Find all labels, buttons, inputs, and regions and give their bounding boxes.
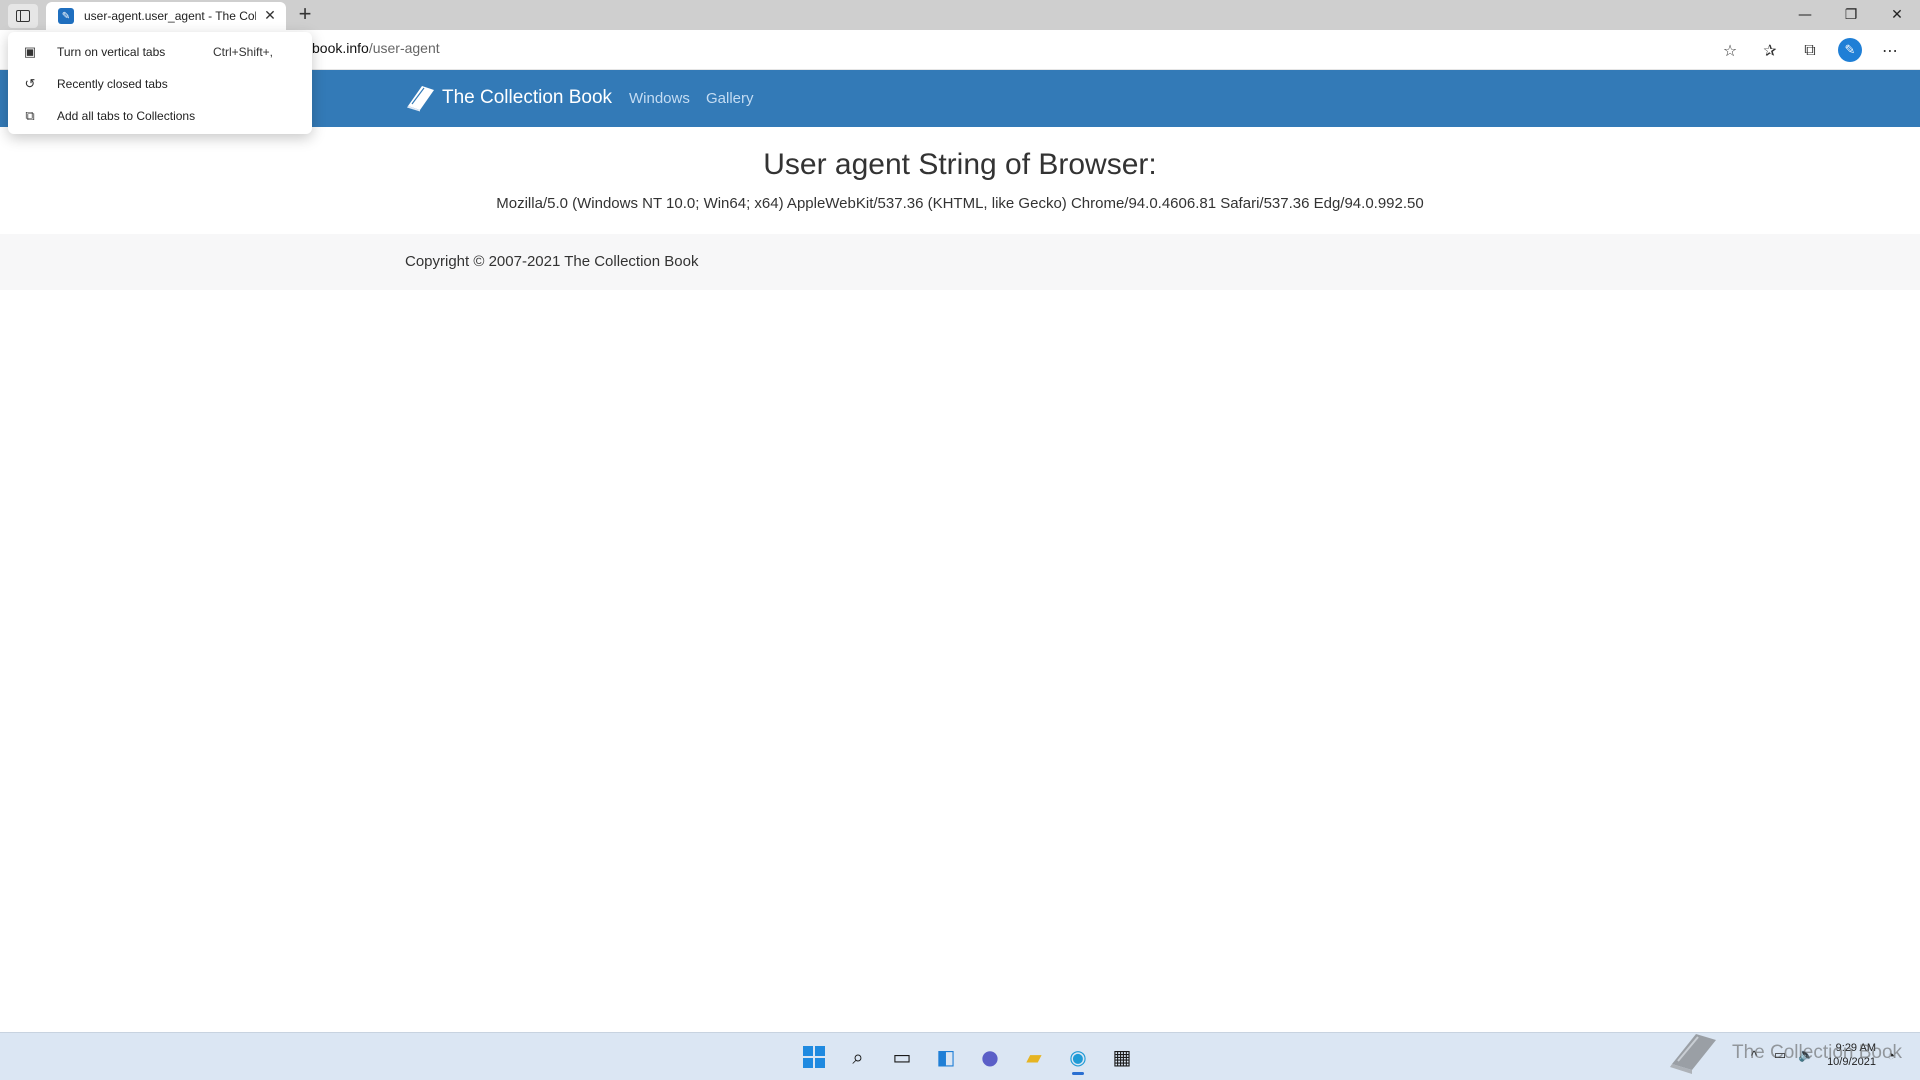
menu-item-shortcut: Ctrl+Shift+, <box>212 45 273 59</box>
settings-more-icon[interactable]: ⋯ <box>1870 36 1910 64</box>
address-path: /user-agent <box>368 40 440 56</box>
tab-close-icon[interactable]: ✕ <box>262 8 278 24</box>
close-window-button[interactable]: ✕ <box>1874 0 1920 30</box>
start-button[interactable] <box>792 1039 836 1075</box>
widgets-icon[interactable]: ◧ <box>924 1039 968 1075</box>
menu-item-label: Turn on vertical tabs <box>57 45 166 59</box>
tab-actions-menu: ▣ Turn on vertical tabs Ctrl+Shift+, ↺ R… <box>8 32 312 134</box>
network-icon[interactable]: ▭ <box>1769 1047 1791 1063</box>
menu-item-label: Add all tabs to Collections <box>57 109 196 123</box>
minimize-button[interactable]: — <box>1782 0 1828 30</box>
menu-item-recently-closed[interactable]: ↺ Recently closed tabs <box>8 68 312 100</box>
collections-icon[interactable]: ⧉ <box>1790 36 1830 64</box>
add-favorite-icon[interactable]: ☆ <box>1710 36 1750 64</box>
browser-tab[interactable]: ✎ user-agent.user_agent - The Coll ✕ <box>46 2 286 30</box>
menu-item-label: Recently closed tabs <box>57 77 168 91</box>
system-tray: ^ ▭ 🔈 9:29 AM 10/9/2021 ◔ <box>1739 1041 1902 1069</box>
edge-icon[interactable]: ◉ <box>1056 1039 1100 1075</box>
restore-button[interactable]: ❐ <box>1828 0 1874 30</box>
page-title: User agent String of Browser: <box>763 148 1157 181</box>
toolbar-icons: ☆ ✰ ⧉ ✎ ⋯ <box>1710 36 1910 64</box>
nav-link-gallery[interactable]: Gallery <box>706 90 754 107</box>
menu-item-vertical-tabs[interactable]: ▣ Turn on vertical tabs Ctrl+Shift+, <box>8 36 312 68</box>
volume-icon[interactable]: 🔈 <box>1795 1047 1817 1063</box>
chevron-up-icon[interactable]: ^ <box>1743 1048 1765 1063</box>
window-controls: — ❐ ✕ <box>1782 0 1920 30</box>
user-agent-string: Mozilla/5.0 (Windows NT 10.0; Win64; x64… <box>496 195 1424 212</box>
tab-actions-icon <box>16 10 30 22</box>
title-bar: ✎ user-agent.user_agent - The Coll ✕ + —… <box>0 0 1920 30</box>
tab-actions-menu-button[interactable] <box>8 4 38 28</box>
profile-avatar-icon: ✎ <box>1838 38 1862 62</box>
file-explorer-icon[interactable]: ▰ <box>1012 1039 1056 1075</box>
footer-copyright: Copyright © 2007-2021 The Collection Boo… <box>405 253 699 270</box>
book-logo-icon <box>407 86 434 112</box>
site-favicon-icon: ✎ <box>58 8 74 24</box>
start-icon <box>803 1046 825 1068</box>
chat-icon[interactable]: ● <box>968 1039 1012 1075</box>
vertical-tabs-icon: ▣ <box>23 44 37 59</box>
taskbar-apps: ⌕ ▭ ◧ ● ▰ ◉ ▦ <box>792 1039 1144 1075</box>
history-icon: ↺ <box>24 76 36 91</box>
site-brand-link[interactable]: The Collection Book <box>404 84 612 112</box>
site-footer: Copyright © 2007-2021 The Collection Boo… <box>0 234 1920 290</box>
menu-item-add-to-collections[interactable]: ⧉ Add all tabs to Collections <box>8 100 312 132</box>
address-host: book.info <box>312 40 369 56</box>
taskbar-clock[interactable]: 9:29 AM 10/9/2021 <box>1827 1041 1876 1069</box>
store-icon[interactable]: ▦ <box>1100 1039 1144 1075</box>
nav-link-windows[interactable]: Windows <box>629 90 690 107</box>
new-tab-button[interactable]: + <box>292 3 318 27</box>
tab-title: user-agent.user_agent - The Coll <box>84 9 256 23</box>
notifications-icon[interactable]: ◔ <box>1880 1048 1902 1063</box>
search-icon[interactable]: ⌕ <box>836 1039 880 1075</box>
windows-taskbar: ⌕ ▭ ◧ ● ▰ ◉ ▦ ^ ▭ 🔈 9:29 AM 10/9/2021 ◔ <box>0 1032 1920 1080</box>
collections-add-icon: ⧉ <box>25 108 35 123</box>
profile-button[interactable]: ✎ <box>1830 36 1870 64</box>
clock-date: 10/9/2021 <box>1827 1056 1876 1068</box>
brand-name: The Collection Book <box>442 87 613 108</box>
clock-time: 9:29 AM <box>1835 1042 1876 1054</box>
task-view-icon[interactable]: ▭ <box>880 1039 924 1075</box>
address-bar[interactable]: book.info/user-agent <box>312 40 440 56</box>
favorites-icon[interactable]: ✰ <box>1750 36 1790 64</box>
